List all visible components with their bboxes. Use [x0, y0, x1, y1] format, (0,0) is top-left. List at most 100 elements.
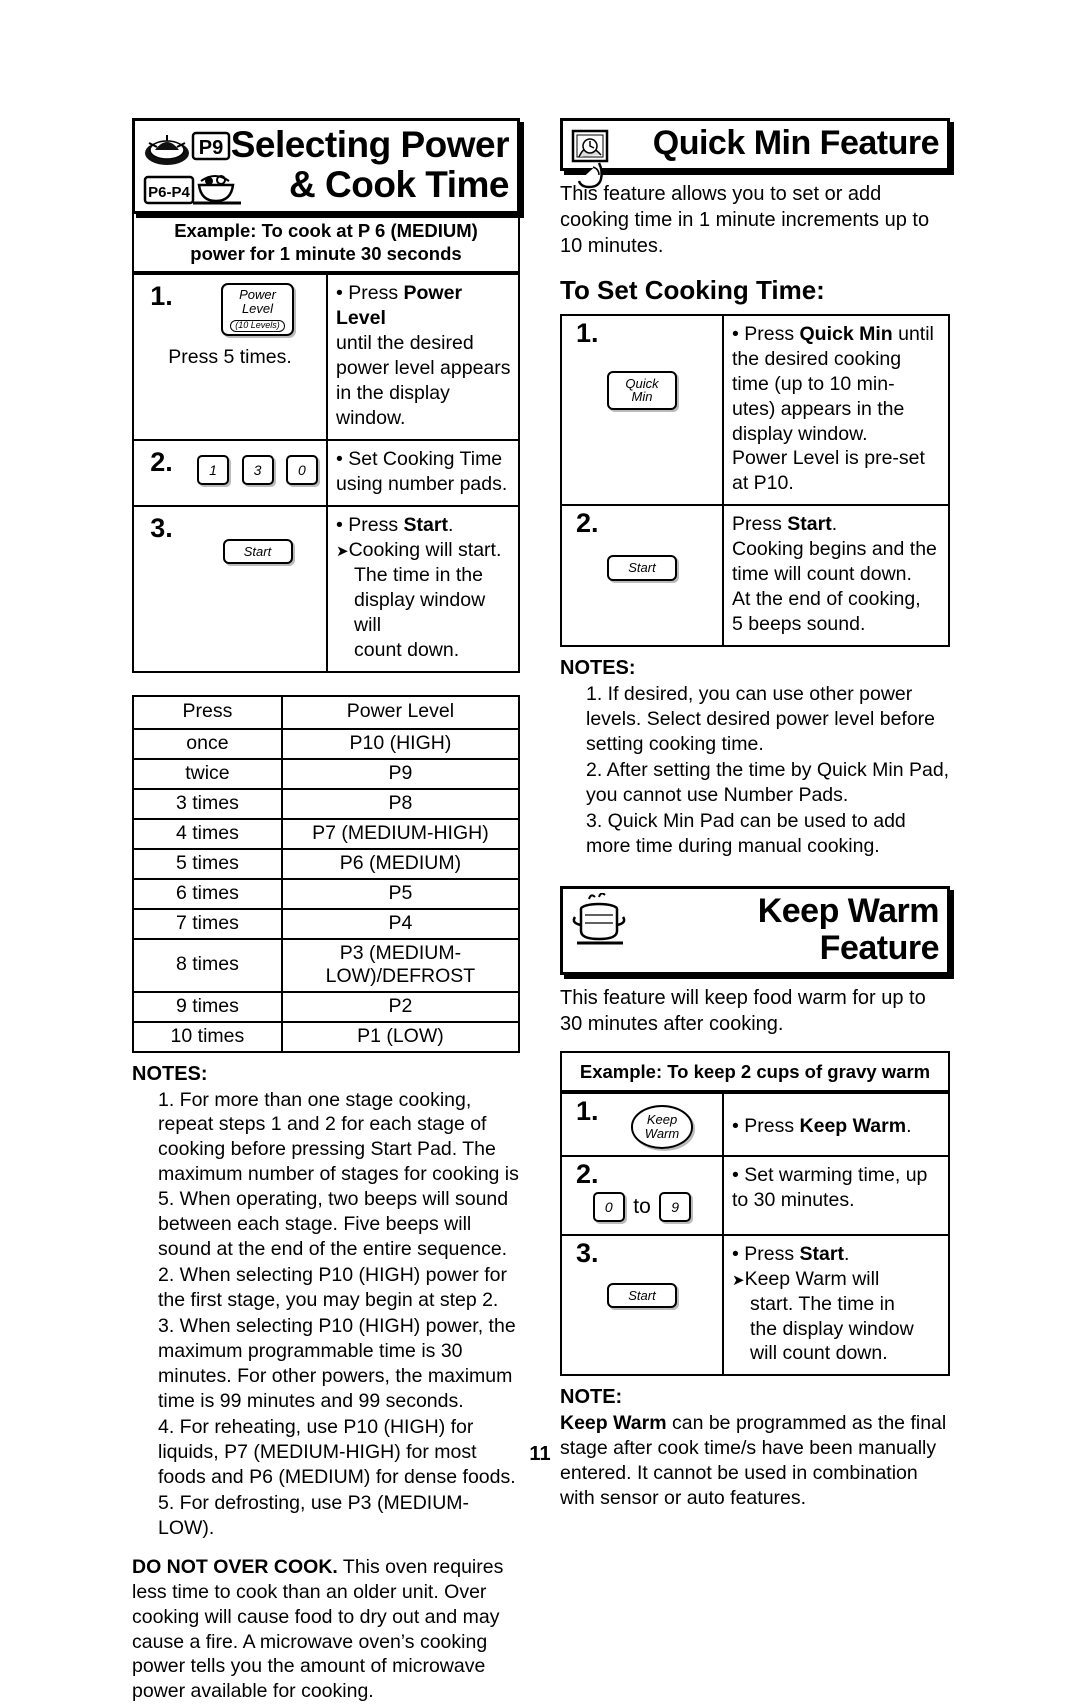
qm2-line-2: Cooking begins and the	[732, 538, 937, 561]
qm-line-5: display window.	[732, 422, 868, 445]
qm-line-3: time (up to 10 min-	[732, 372, 895, 395]
press-value: 10 times	[132, 1020, 283, 1053]
power-level-table: Press Power Level once P10 (HIGH) twice P9…	[132, 694, 521, 1053]
keep-warm-line-2: Warm	[644, 1126, 680, 1142]
number-pad-0[interactable]: 0	[285, 454, 318, 485]
power-value: P10 (HIGH)	[280, 727, 521, 760]
list-item: 3. Quick Min Pad can be used to add more…	[560, 809, 950, 859]
table-row: 10 times P1 (LOW)	[132, 1020, 521, 1053]
step-3-line-2: Cooking will start.	[336, 539, 501, 561]
power-value: P3 (MEDIUM-LOW)/DEFROST	[280, 937, 521, 993]
quick-min-step-2-number: 2.	[576, 508, 599, 539]
to-set-cooking-time-heading: To Set Cooking Time:	[560, 274, 825, 305]
quick-min-step-2-pad-cell: 2. Start	[560, 504, 724, 648]
qm2-line-1: Press Start.	[732, 513, 838, 536]
number-pad-0[interactable]: 0	[592, 1191, 625, 1222]
table-row: 2. Start Press Start. Cooking begins and…	[560, 504, 950, 648]
step-1-caption: Press 5 times.	[168, 345, 292, 368]
table-row: 1. Quick Min Press Quick Min until the d…	[560, 313, 950, 507]
number-pad-1[interactable]: 1	[197, 454, 230, 485]
keep-warm-steps: 1. Keep Warm Press Keep Warm. 2.	[560, 1092, 950, 1377]
press-value: 9 times	[132, 990, 283, 1023]
left-column: P9 P6-P4 Selecting Power & Cook Time Exa…	[132, 118, 521, 1704]
note-text: 3. Quick Min Pad can be used to add more…	[586, 809, 906, 857]
food-icons: P9 P6-P4	[143, 131, 241, 205]
svg-text:P9: P9	[199, 137, 223, 159]
qm-line-2: the desired cooking	[732, 347, 902, 370]
step-1-pad-wrap: Power Level (10 Levels)	[189, 277, 326, 336]
col-header-power-level: Power Level	[280, 694, 521, 730]
table-row: 3. Start Press Start. Keep Warm will sta…	[560, 1233, 950, 1377]
start-button[interactable]: Start	[222, 538, 293, 565]
kw3-line-3: start. The time in	[750, 1292, 895, 1315]
quick-min-steps: 1. Quick Min Press Quick Min until the d…	[560, 313, 950, 648]
qm-line-6: Power Level is pre-set	[732, 447, 925, 470]
banner-icon-group: P9 P6-P4	[141, 125, 249, 217]
quick-min-notes-list: 1. If desired, you can use other power l…	[560, 682, 950, 859]
note-text: 1. For more than one stage cooking, repe…	[158, 1088, 519, 1261]
list-item: 2. After setting the time by Quick Min P…	[560, 758, 950, 808]
table-row: 4 times P7 (MEDIUM-HIGH)	[132, 817, 521, 850]
keep-warm-title: Keep Warm Feature	[757, 891, 940, 967]
press-value: 7 times	[132, 907, 283, 940]
step-1-number: 1.	[150, 281, 173, 312]
step-1-line-4: in the display window.	[336, 381, 450, 429]
number-pad-9[interactable]: 9	[659, 1191, 692, 1222]
power-level-line-2: Level	[241, 301, 274, 317]
quick-min-step-1-number: 1.	[576, 317, 599, 348]
left-notes-list: 1. For more than one stage cooking, repe…	[132, 1088, 520, 1541]
qm2-line-5: 5 beeps sound.	[732, 613, 866, 636]
start-button[interactable]: Start	[607, 555, 677, 582]
qm-line-4: utes) appears in the	[732, 397, 905, 420]
press-value: 3 times	[132, 787, 283, 820]
note-text: 1. If desired, you can use other power l…	[586, 683, 936, 756]
example-header-line-1: Example: To cook at P 6 (MEDIUM)	[174, 219, 478, 241]
power-level-button[interactable]: Power Level (10 Levels)	[221, 283, 294, 336]
qm-line-1: Press Quick Min until	[732, 323, 934, 345]
table-row: twice P9	[132, 757, 521, 790]
press-value: 8 times	[132, 937, 283, 993]
table-row: 2. 1 3 0 Set Cooking Time using number p…	[132, 438, 520, 507]
kw1-line-1: Press Keep Warm.	[732, 1115, 912, 1137]
table-row: 8 times P3 (MEDIUM-LOW)/DEFROST	[132, 937, 521, 993]
step-1-line-2: until the desired	[336, 332, 474, 355]
start-button[interactable]: Start	[607, 1282, 677, 1309]
step-1-line-1: Press Power Level	[336, 282, 462, 329]
table-row: 9 times P2	[132, 990, 521, 1023]
quick-min-step-2-text: Press Start. Cooking begins and the time…	[722, 504, 950, 648]
keep-warm-step-1-pad-cell: 1. Keep Warm	[560, 1092, 724, 1157]
table-row: 7 times P4	[132, 907, 521, 940]
step-1-number-wrap: 1.	[134, 277, 189, 335]
note-text: 2. When selecting P10 (HIGH) power for t…	[158, 1264, 507, 1312]
table-row: 1. Keep Warm Press Keep Warm.	[560, 1092, 950, 1157]
power-value: P5	[280, 877, 521, 910]
keep-warm-step-2-pad-cell: 2. 0 to 9	[560, 1154, 724, 1236]
list-item: 2. When selecting P10 (HIGH) power for t…	[132, 1263, 520, 1313]
qm-line-7: at P10.	[732, 472, 794, 495]
kw2-line-1: Set warming time, up	[732, 1164, 927, 1186]
table-row: 3. Start Press Start. Cooking will start…	[132, 504, 520, 673]
step-2-line-1: Set Cooking Time	[336, 448, 502, 470]
left-notes-heading: NOTES:	[132, 1062, 208, 1085]
quick-min-button[interactable]: Quick Min	[607, 370, 677, 410]
power-value: P7 (MEDIUM-HIGH)	[280, 817, 521, 850]
clock-hand-icon	[571, 129, 609, 189]
keep-warm-step-2-text: Set warming time, up to 30 minutes.	[722, 1154, 950, 1236]
qm2-line-4: At the end of cooking,	[732, 588, 921, 611]
example-header: Example: To cook at P 6 (MEDIUM) power f…	[132, 213, 520, 274]
manual-page: P9 P6-P4 Selecting Power & Cook Time Exa…	[0, 0, 1080, 1702]
press-value: 6 times	[132, 877, 283, 910]
quick-min-banner: Quick Min Feature	[560, 118, 950, 189]
col-header-press: Press	[132, 694, 283, 730]
keep-warm-step-3-pad-cell: 3. Start	[560, 1233, 724, 1377]
keep-warm-button[interactable]: Keep Warm	[630, 1105, 694, 1149]
selecting-power-banner: P9 P6-P4 Selecting Power & Cook Time	[132, 118, 520, 214]
number-pad-3[interactable]: 3	[241, 454, 274, 485]
power-value: P8	[280, 787, 521, 820]
press-value: twice	[132, 757, 283, 790]
number-pad-group: 1 3 0	[189, 443, 326, 491]
pot-icon	[572, 892, 626, 945]
step-2-number: 2.	[150, 446, 173, 477]
power-value: P4	[280, 907, 521, 940]
table-header-row: Press Power Level	[132, 694, 521, 730]
